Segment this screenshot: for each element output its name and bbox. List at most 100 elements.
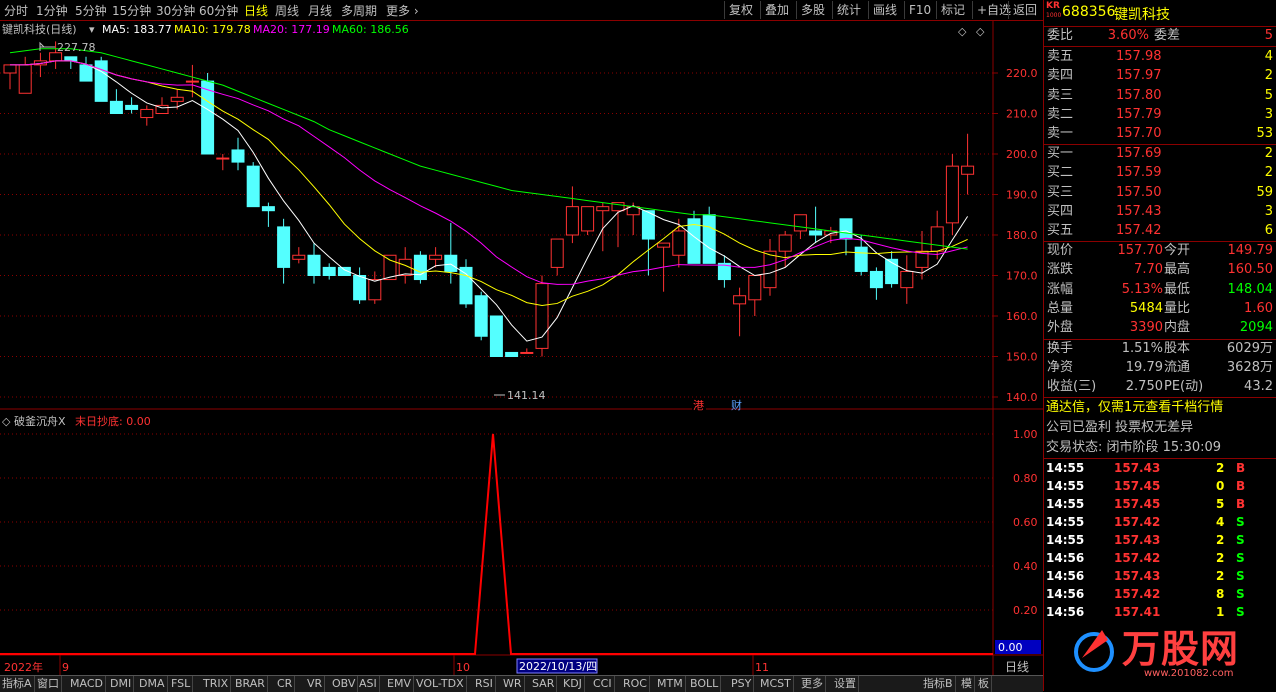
price-tick-label: 150.0	[1006, 351, 1038, 364]
candle-body	[64, 56, 78, 62]
fuquan-button[interactable]: 复权	[724, 1, 757, 19]
draw-line-button[interactable]: 画线	[868, 1, 901, 19]
ma20-line	[10, 60, 968, 285]
candle-body	[231, 149, 245, 163]
period-weekly[interactable]: 周线	[275, 2, 299, 19]
candle-body	[581, 206, 595, 232]
kline-chart[interactable]: 键凯科技(日线) ▾ MA5: 183.77 MA10: 179.78 MA20…	[0, 21, 1043, 675]
period-daily[interactable]: 日线	[244, 2, 268, 19]
tab-窗口[interactable]: 窗口	[35, 676, 62, 692]
price-tick-label: 200.0	[1006, 148, 1038, 161]
candle-body	[292, 254, 306, 260]
period-60min[interactable]: 60分钟	[199, 2, 238, 19]
candle-body	[185, 80, 199, 83]
order-book-row[interactable]: 买一 157.69 2	[1046, 145, 1276, 163]
diamond-icon[interactable]: ◇	[958, 25, 967, 38]
ma60-line	[9, 48, 968, 250]
tab-rsi[interactable]: RSI	[473, 676, 496, 692]
tab-indicator-b[interactable]: 指标B	[921, 676, 956, 692]
candle-body	[94, 60, 108, 102]
axis-period-label[interactable]: 日线	[1005, 660, 1029, 674]
period-monthly[interactable]: 月线	[308, 2, 332, 19]
tab-trix[interactable]: TRIX	[201, 676, 232, 692]
collapse-icon[interactable]: ▾	[89, 23, 95, 36]
tab-sar[interactable]: SAR	[530, 676, 558, 692]
candle-body	[778, 234, 792, 252]
period-multi[interactable]: 多周期	[341, 2, 377, 19]
order-book-row[interactable]: 卖一 157.70 53	[1046, 125, 1276, 143]
order-book-row[interactable]: 买二 157.59 2	[1046, 164, 1276, 182]
hk-connect-tag[interactable]: 港	[693, 399, 704, 412]
period-15min[interactable]: 15分钟	[112, 2, 151, 19]
month-11-label: 11	[755, 661, 769, 674]
tab-cci[interactable]: CCI	[591, 676, 615, 692]
candle-body	[793, 214, 807, 232]
quote-stat-row: 总量 5484 量比 1.60	[1047, 300, 1273, 316]
tab-dmi[interactable]: DMI	[108, 676, 135, 692]
tab-boll[interactable]: BOLL	[688, 676, 722, 692]
level2-promo-link[interactable]: 通达信，仅需1元查看千档行情	[1046, 399, 1276, 417]
period-more[interactable]: 更多 ›	[386, 2, 419, 19]
low-price-label: 141.14	[507, 389, 546, 402]
indicator-tick-label: 0.80	[1013, 472, 1038, 485]
price-tick-label: 210.0	[1006, 108, 1038, 121]
order-book-row[interactable]: 卖二 157.79 3	[1046, 106, 1276, 124]
back-button[interactable]: 返回	[1008, 1, 1041, 19]
year-label: 2022年	[4, 660, 43, 674]
order-book-row[interactable]: 卖三 157.80 5	[1046, 87, 1276, 105]
tick-trade-row: 14:55 157.43 2 B	[1046, 461, 1246, 475]
order-book-row[interactable]: 买四 157.43 3	[1046, 203, 1276, 221]
candle-body	[565, 206, 579, 236]
tab-template[interactable]: 模	[959, 676, 975, 692]
tab-kdj[interactable]: KDJ	[561, 676, 585, 692]
order-book-row[interactable]: 卖五 157.98 4	[1046, 48, 1276, 66]
financial-report-tag[interactable]: 财	[731, 398, 742, 412]
tab-设置[interactable]: 设置	[832, 676, 859, 692]
indicator-series-label: 末日抄底: 0.00	[75, 414, 151, 428]
indicator-tick-label: 0.40	[1013, 560, 1038, 573]
f10-button[interactable]: F10	[904, 1, 935, 19]
period-1min[interactable]: 1分钟	[36, 2, 68, 19]
order-book-row[interactable]: 卖四 157.97 2	[1046, 67, 1276, 85]
indicator-current-value: 0.00	[998, 641, 1023, 654]
multi-stock-button[interactable]: 多股	[796, 1, 829, 19]
tab-更多[interactable]: 更多	[799, 676, 826, 692]
overlay-button[interactable]: 叠加	[760, 1, 793, 19]
period-fenshi[interactable]: 分时	[4, 2, 28, 19]
candle-body	[201, 80, 215, 155]
tab-dma[interactable]: DMA	[137, 676, 168, 692]
statistics-button[interactable]: 统计	[832, 1, 865, 19]
quote-stat-row: 涨跌 7.70 最高 160.50	[1047, 262, 1273, 278]
mark-button[interactable]: 标记	[936, 1, 969, 19]
period-30min[interactable]: 30分钟	[156, 2, 195, 19]
tab-wr[interactable]: WR	[501, 676, 525, 692]
tab-vr[interactable]: VR	[305, 676, 326, 692]
tab-指标a[interactable]: 指标A	[0, 676, 35, 692]
high-price-label: 227.78	[57, 41, 96, 54]
tab-roc[interactable]: ROC	[621, 676, 650, 692]
candle-body	[672, 230, 686, 256]
tab-macd[interactable]: MACD	[68, 676, 106, 692]
stock-code: 688356	[1062, 4, 1116, 20]
tick-trade-row: 14:56 157.42 8 S	[1046, 587, 1245, 601]
order-book-row[interactable]: 买五 157.42 6	[1046, 222, 1276, 240]
tab-cr[interactable]: CR	[275, 676, 296, 692]
tab-obv[interactable]: OBV	[330, 676, 359, 692]
tab-emv[interactable]: EMV	[385, 676, 414, 692]
tab-brar[interactable]: BRAR	[233, 676, 268, 692]
order-book-row[interactable]: 买三 157.50 59	[1046, 184, 1276, 202]
tab-vol-tdx[interactable]: VOL-TDX	[414, 676, 467, 692]
tab-asi[interactable]: ASI	[357, 676, 380, 692]
tab-board[interactable]: 板	[976, 676, 992, 692]
kr-logo-icon: KR 1000	[1046, 1, 1062, 19]
price-tick-label: 180.0	[1006, 229, 1038, 242]
period-5min[interactable]: 5分钟	[75, 2, 107, 19]
indicator-collapse-icon[interactable]: ◇	[2, 415, 11, 428]
candle-body	[961, 165, 975, 175]
tab-mcst[interactable]: MCST	[758, 676, 794, 692]
close-pane-icon[interactable]: ◇	[976, 25, 985, 38]
tab-mtm[interactable]: MTM	[655, 676, 686, 692]
tab-fsl[interactable]: FSL	[169, 676, 194, 692]
period-toolbar: 分时 1分钟 5分钟 15分钟 30分钟 60分钟 日线 周线 月线 多周期 更…	[0, 0, 1043, 21]
tab-psy[interactable]: PSY	[729, 676, 755, 692]
